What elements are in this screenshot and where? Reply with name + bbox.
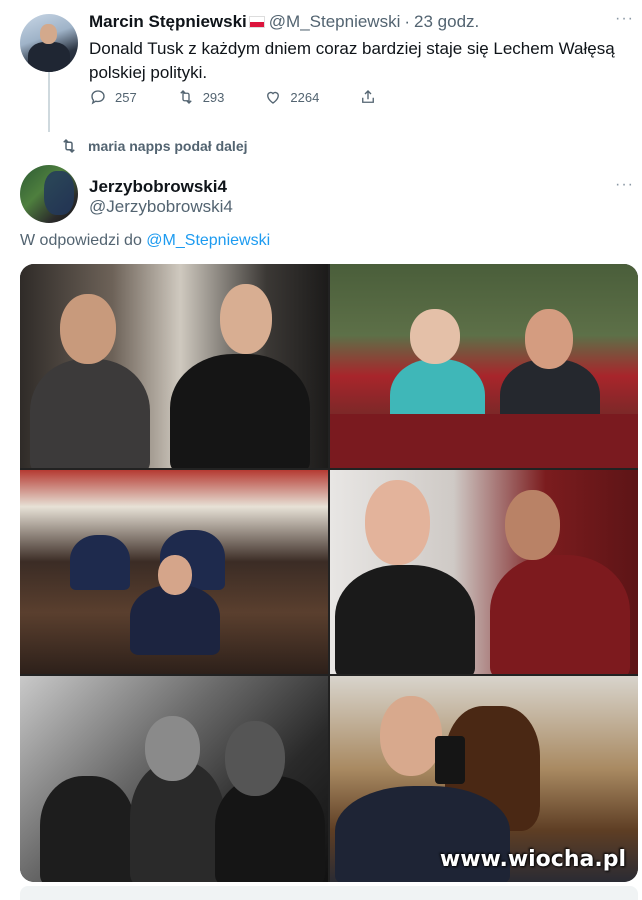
person-head <box>525 309 573 369</box>
photo-grid[interactable]: www.wiocha.pl <box>20 264 638 882</box>
retweeted-by-text: maria napps podał dalej <box>88 138 248 154</box>
person-figure <box>335 565 475 674</box>
display-name[interactable]: Jerzybobrowski4 <box>89 177 227 197</box>
phone <box>435 736 465 784</box>
person-figure <box>170 354 310 468</box>
replying-to: W odpowiedzi do @M_Stepniewski <box>20 232 270 250</box>
avatar-face <box>40 24 57 44</box>
tweet-header: Marcin Stępniewski @M_Stepniewski · 23 g… <box>89 12 479 32</box>
separator: · <box>404 12 411 31</box>
tweet-actions: 257 293 2264 <box>89 88 425 106</box>
avatar-figure <box>44 171 74 215</box>
photo-5[interactable] <box>20 676 328 882</box>
person-figure <box>30 359 150 468</box>
retweet-icon <box>179 90 192 104</box>
heart-icon <box>267 91 280 104</box>
person-figure <box>70 535 130 590</box>
carriage <box>330 414 638 468</box>
avatar[interactable] <box>20 165 78 223</box>
replying-to-label: W odpowiedzi do <box>20 232 147 249</box>
user-handle[interactable]: @Jerzybobrowski4 <box>89 197 233 217</box>
like-count: 2264 <box>290 89 320 105</box>
replying-to-mention[interactable]: @M_Stepniewski <box>146 232 270 249</box>
retweeted-by-banner[interactable]: maria napps podał dalej <box>60 137 248 155</box>
tweet-header: Jerzybobrowski4 <box>89 177 227 197</box>
poland-flag-icon <box>248 16 265 28</box>
tweet-original[interactable]: Marcin Stępniewski @M_Stepniewski · 23 g… <box>0 0 642 135</box>
person-figure <box>130 585 220 655</box>
person-head <box>505 490 560 560</box>
thread-line <box>48 72 50 132</box>
user-handle[interactable]: @M_Stepniewski <box>269 12 401 32</box>
avatar-figure <box>28 42 70 72</box>
more-options-icon[interactable]: ··· <box>615 176 634 194</box>
person-head <box>365 480 430 565</box>
photo-6[interactable]: www.wiocha.pl <box>330 676 638 882</box>
retweet-count: 293 <box>202 89 225 105</box>
share-icon <box>362 90 375 103</box>
watermark-text: www.wiocha.pl <box>439 847 626 872</box>
person-figure <box>215 776 325 882</box>
next-tweet-edge <box>20 886 638 900</box>
person-figure <box>490 555 630 674</box>
reply-count: 257 <box>115 89 137 105</box>
retweet-button[interactable]: 293 <box>177 88 225 106</box>
photo-4[interactable] <box>330 470 638 674</box>
avatar[interactable] <box>20 14 78 72</box>
person-head <box>220 284 272 354</box>
reply-icon <box>91 90 105 105</box>
timestamp[interactable]: 23 godz. <box>414 12 479 32</box>
more-options-icon[interactable]: ··· <box>615 10 634 28</box>
photo-1[interactable] <box>20 264 328 468</box>
person-head <box>380 696 442 776</box>
photo-2[interactable] <box>330 264 638 468</box>
person-head <box>60 294 116 364</box>
person-head <box>158 555 192 595</box>
person-head <box>410 309 460 364</box>
reply-button[interactable]: 257 <box>89 88 137 106</box>
person-figure <box>40 776 135 882</box>
retweet-icon <box>63 138 75 154</box>
person-head <box>145 716 200 781</box>
photo-3[interactable] <box>20 470 328 674</box>
share-button[interactable] <box>359 88 385 106</box>
tweet-handle-row: @Jerzybobrowski4 <box>89 197 233 217</box>
person-head <box>225 721 285 796</box>
like-button[interactable]: 2264 <box>264 88 319 106</box>
tweet-text: Donald Tusk z każdym dniem coraz bardzie… <box>89 39 615 82</box>
display-name[interactable]: Marcin Stępniewski <box>89 12 247 32</box>
